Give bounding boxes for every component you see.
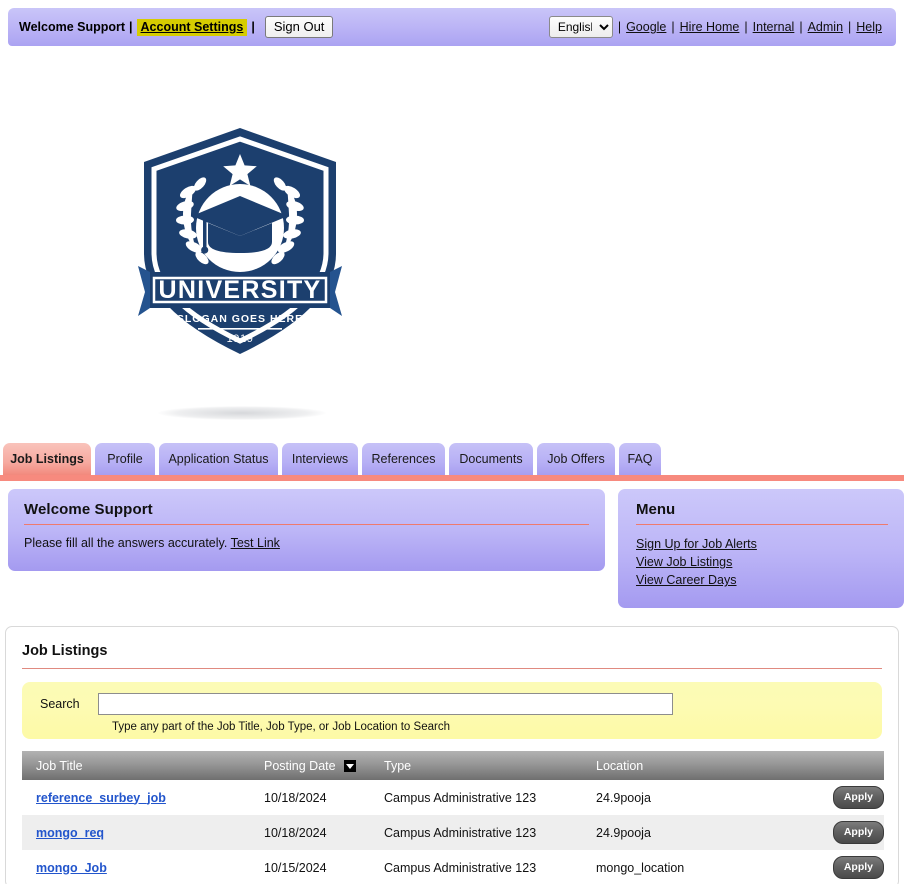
job-listings-table: Job Title Posting Date Type Location ref… [22, 751, 884, 884]
table-header: Job Title Posting Date Type Location [22, 751, 884, 780]
topbar-right-group: English | Google | Hire Home | Internal … [548, 16, 896, 38]
cell-job-title: mongo_Job [22, 850, 250, 884]
table-body: reference_surbey_job 10/18/2024 Campus A… [22, 780, 884, 884]
cell-location: 24.9pooja [582, 815, 792, 850]
crest-year: 1919 [227, 333, 254, 345]
cell-location: 24.9pooja [582, 780, 792, 815]
menu-panel-divider [636, 524, 888, 525]
column-header-actions [792, 751, 884, 780]
column-header-job-title[interactable]: Job Title [22, 751, 250, 780]
welcome-panel-text: Please fill all the answers accurately. [24, 536, 228, 550]
sign-out-button[interactable]: Sign Out [264, 16, 334, 38]
separator-3: | [617, 20, 622, 34]
top-utility-bar: Welcome Support | Account Settings | Sig… [8, 8, 896, 46]
tab-references[interactable]: References [362, 443, 445, 475]
tab-profile[interactable]: Profile [95, 443, 155, 475]
cell-job-title: reference_surbey_job [22, 780, 250, 815]
job-title-link[interactable]: mongo_Job [36, 861, 107, 875]
topbar-left-group: Welcome Support | Account Settings | Sig… [8, 16, 334, 38]
language-select[interactable]: English [548, 16, 613, 38]
link-admin[interactable]: Admin [808, 20, 843, 34]
column-header-location-label: Location [596, 758, 644, 773]
account-settings-link[interactable]: Account Settings [138, 18, 246, 36]
menu-panel-links: Sign Up for Job Alerts View Job Listings… [636, 535, 888, 589]
table-row: mongo_Job 10/15/2024 Campus Administrati… [22, 850, 884, 884]
menu-link-job-listings[interactable]: View Job Listings [636, 553, 888, 571]
separator-5: | [744, 20, 748, 34]
column-header-location[interactable]: Location [582, 751, 792, 780]
tab-job-offers[interactable]: Job Offers [537, 443, 615, 475]
sort-descending-icon[interactable] [344, 759, 357, 772]
welcome-text: Welcome Support [19, 20, 126, 34]
cell-action: Apply [792, 780, 884, 815]
welcome-panel-divider [24, 524, 589, 525]
logo-shadow [158, 406, 326, 420]
table-row: reference_surbey_job 10/18/2024 Campus A… [22, 780, 884, 815]
test-link[interactable]: Test Link [231, 536, 280, 550]
cell-type: Campus Administrative 123 [370, 850, 582, 884]
menu-panel-title: Menu [636, 501, 676, 518]
column-header-posting-date[interactable]: Posting Date [250, 751, 370, 780]
page-root: Welcome Support | Account Settings | Sig… [0, 0, 904, 884]
separator-1: | [129, 20, 133, 34]
tab-bar: Job Listings Profile Application Status … [0, 443, 904, 475]
cell-type: Campus Administrative 123 [370, 815, 582, 850]
menu-panel: Menu Sign Up for Job Alerts View Job Lis… [618, 489, 904, 608]
column-header-posting-date-label: Posting Date [264, 758, 336, 773]
link-help[interactable]: Help [856, 20, 882, 34]
table-header-row: Job Title Posting Date Type Location [22, 751, 884, 780]
cell-posting-date: 10/15/2024 [250, 850, 370, 884]
search-row: Search [40, 693, 882, 715]
apply-button[interactable]: Apply [832, 821, 884, 844]
crest-icon: UNIVERSITY SLOGAN GOES HERE 1919 [138, 128, 342, 354]
apply-button[interactable]: Apply [832, 786, 884, 809]
tab-application-status[interactable]: Application Status [159, 443, 278, 475]
search-input[interactable] [98, 693, 673, 715]
tab-job-listings[interactable]: Job Listings [3, 443, 91, 475]
column-header-type[interactable]: Type [370, 751, 582, 780]
separator-2: | [251, 20, 255, 34]
welcome-panel: Welcome Support Please fill all the answ… [8, 489, 605, 571]
cell-action: Apply [792, 815, 884, 850]
cell-job-title: mongo_req [22, 815, 250, 850]
job-listings-divider [22, 668, 882, 669]
job-listings-card: Job Listings Search Type any part of the… [5, 626, 899, 884]
tab-interviews[interactable]: Interviews [282, 443, 358, 475]
account-settings-highlight: Account Settings [136, 18, 248, 36]
column-header-type-label: Type [384, 758, 412, 773]
crest-slogan: SLOGAN GOES HERE [177, 313, 303, 325]
university-crest-logo: UNIVERSITY SLOGAN GOES HERE 1919 [136, 126, 344, 358]
tab-faq[interactable]: FAQ [619, 443, 661, 475]
tab-documents[interactable]: Documents [449, 443, 533, 475]
job-title-link[interactable]: reference_surbey_job [36, 791, 166, 805]
separator-6: | [799, 20, 803, 34]
link-internal[interactable]: Internal [753, 20, 795, 34]
menu-link-job-alerts[interactable]: Sign Up for Job Alerts [636, 535, 888, 553]
cell-posting-date: 10/18/2024 [250, 780, 370, 815]
cell-posting-date: 10/18/2024 [250, 815, 370, 850]
job-listings-title: Job Listings [22, 643, 108, 659]
cell-type: Campus Administrative 123 [370, 780, 582, 815]
column-header-job-title-label: Job Title [36, 758, 83, 773]
crest-org-name: UNIVERSITY [158, 276, 321, 304]
separator-4: | [671, 20, 675, 34]
cell-location: mongo_location [582, 850, 792, 884]
search-hint: Type any part of the Job Title, Job Type… [112, 721, 450, 733]
table-row: mongo_req 10/18/2024 Campus Administrati… [22, 815, 884, 850]
search-panel: Search Type any part of the Job Title, J… [22, 682, 882, 739]
logo-area: UNIVERSITY SLOGAN GOES HERE 1919 [0, 58, 904, 420]
welcome-panel-title: Welcome Support [24, 501, 153, 518]
cell-action: Apply [792, 850, 884, 884]
job-title-link[interactable]: mongo_req [36, 826, 104, 840]
separator-7: | [848, 20, 852, 34]
welcome-panel-body: Please fill all the answers accurately. … [24, 536, 589, 550]
apply-button[interactable]: Apply [832, 856, 884, 879]
tab-accent-rule [0, 475, 904, 481]
search-label: Search [40, 697, 80, 711]
link-google[interactable]: Google [626, 20, 666, 34]
menu-link-career-days[interactable]: View Career Days [636, 571, 888, 589]
link-hire-home[interactable]: Hire Home [680, 20, 740, 34]
